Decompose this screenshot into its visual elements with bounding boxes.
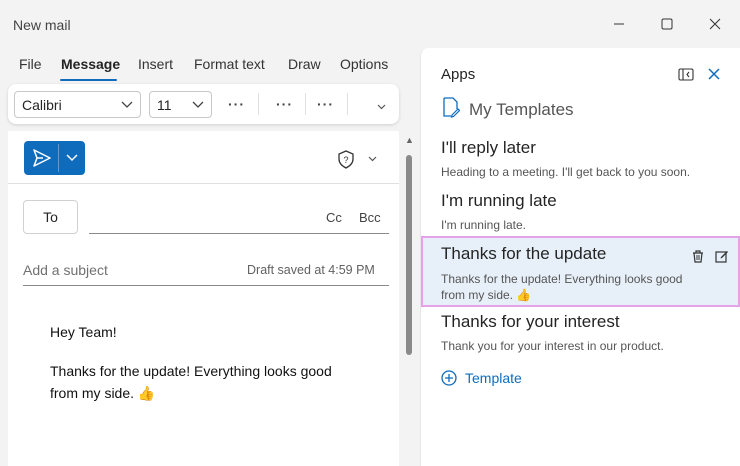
chevron-down-icon (192, 101, 204, 108)
template-title: Thanks for your interest (441, 312, 620, 331)
template-text: Thanks for the update! Everything looks … (441, 272, 683, 302)
close-pane-icon[interactable] (708, 68, 720, 80)
minimize-icon (614, 23, 624, 25)
window-title: New mail (13, 17, 71, 33)
font-family-dropdown[interactable]: Calibri (14, 91, 141, 118)
template-text: Heading to a meeting. I'll get back to y… (441, 165, 691, 179)
more-options-button[interactable]: ··· (317, 96, 334, 112)
cc-button[interactable]: Cc (326, 210, 342, 225)
sensitivity-shield-icon[interactable]: ? (337, 150, 355, 169)
add-template-label: Template (465, 370, 522, 386)
close-window-button[interactable] (701, 10, 729, 38)
menu-file[interactable]: File (19, 56, 42, 72)
apps-pane: Apps My Templates I'll reply later Headi… (420, 48, 740, 466)
compose-pane: ? To Cc Bcc Add a subject Draft saved at… (8, 131, 399, 466)
edit-icon[interactable] (715, 249, 729, 263)
menu-message[interactable]: Message (61, 56, 120, 72)
delete-icon[interactable] (692, 250, 704, 263)
add-template-button[interactable]: Template (441, 370, 522, 386)
more-options-button[interactable]: ··· (276, 96, 293, 112)
expand-ribbon-icon[interactable] (377, 104, 386, 110)
send-button[interactable] (24, 141, 85, 175)
apps-title: Apps (441, 66, 476, 83)
ribbon-separator (347, 93, 348, 115)
template-text: Thank you for your interest in our produ… (441, 339, 664, 353)
title-bar: New mail (0, 0, 740, 48)
body-message[interactable]: Thanks for the update! Everything looks … (50, 360, 360, 404)
close-icon (709, 18, 721, 30)
my-templates-heading: My Templates (469, 100, 574, 119)
maximize-icon (661, 18, 673, 30)
template-item-selected[interactable]: Thanks for the update Thanks for the upd… (421, 236, 740, 307)
menu-draw[interactable]: Draw (288, 56, 321, 72)
draft-status: Draft saved at 4:59 PM (247, 263, 375, 277)
ribbon-separator (305, 93, 306, 115)
chevron-down-icon[interactable] (368, 156, 377, 162)
send-options-chevron-icon[interactable] (66, 154, 78, 162)
template-title: I'm running late (441, 191, 557, 210)
active-tab-indicator (60, 79, 117, 81)
to-button[interactable]: To (23, 200, 78, 234)
chevron-down-icon (121, 101, 133, 108)
menu-format-text[interactable]: Format text (194, 56, 265, 72)
bcc-button[interactable]: Bcc (359, 210, 381, 225)
menu-bar: File Message Insert Format text Draw Opt… (0, 54, 420, 81)
subject-underline (23, 285, 389, 286)
template-item[interactable]: Thanks for your interest Thank you for y… (421, 310, 740, 360)
menu-options[interactable]: Options (340, 56, 388, 72)
template-text: I'm running late. (441, 218, 527, 232)
menu-insert[interactable]: Insert (138, 56, 173, 72)
divider (8, 183, 399, 184)
dock-pane-icon[interactable] (678, 68, 694, 81)
ribbon-separator (258, 93, 259, 115)
font-family-value: Calibri (22, 97, 62, 113)
template-title: I'll reply later (441, 138, 536, 157)
template-title: Thanks for the update (441, 244, 607, 263)
template-item[interactable]: I'm running late I'm running late. (421, 187, 740, 235)
font-size-dropdown[interactable]: 11 (149, 91, 212, 118)
maximize-button[interactable] (653, 10, 681, 38)
subject-input[interactable]: Add a subject (23, 262, 108, 278)
send-icon (33, 149, 51, 167)
minimize-button[interactable] (605, 10, 633, 38)
scroll-up-arrow[interactable]: ▲ (405, 135, 414, 145)
font-size-value: 11 (157, 97, 172, 113)
more-options-button[interactable]: ··· (228, 96, 245, 112)
add-circle-icon (441, 370, 457, 386)
body-greeting[interactable]: Hey Team! (50, 321, 360, 343)
svg-text:?: ? (343, 155, 348, 165)
scrollbar-thumb[interactable] (406, 155, 412, 355)
ribbon-toolbar: Calibri 11 ··· ··· ··· (8, 84, 399, 124)
to-field-underline (89, 233, 389, 234)
templates-doc-icon (443, 97, 460, 118)
send-divider (58, 144, 59, 172)
template-item[interactable]: I'll reply later Heading to a meeting. I… (421, 134, 740, 182)
